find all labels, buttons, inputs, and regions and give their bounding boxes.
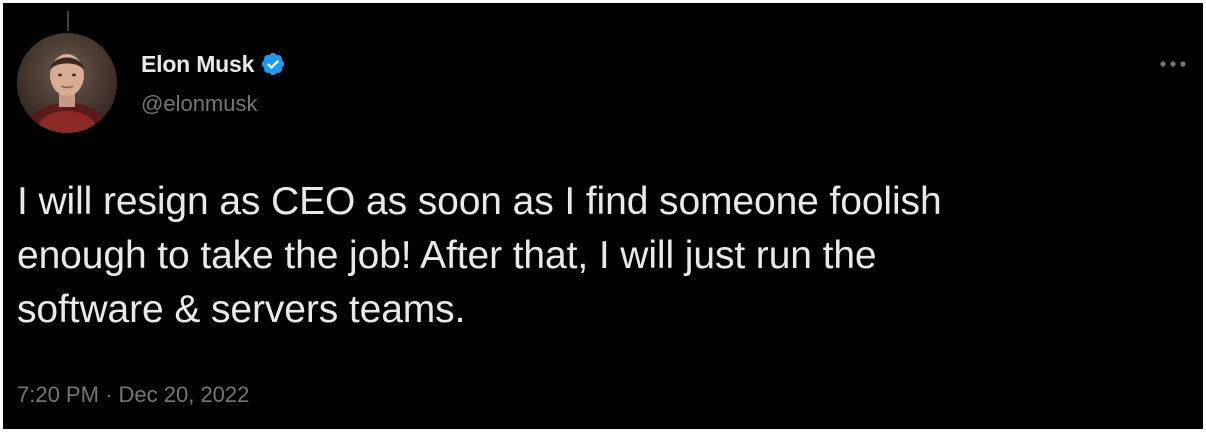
tweet-time: 7:20 PM — [17, 382, 99, 407]
more-options-button[interactable] — [1153, 51, 1193, 77]
tweet-text: I will resign as CEO as soon as I find s… — [17, 180, 942, 331]
tweet-date: Dec 20, 2022 — [118, 382, 250, 407]
tweet-timestamp[interactable]: 7:20 PM · Dec 20, 2022 — [17, 382, 249, 408]
more-icon — [1160, 61, 1186, 67]
avatar[interactable] — [17, 33, 117, 133]
author-handle[interactable]: @elonmusk — [141, 91, 258, 117]
avatar-image — [17, 33, 117, 133]
meta-separator: · — [105, 382, 113, 407]
tweet-card: Elon Musk @elonmusk I will resign as CEO… — [3, 3, 1203, 429]
author-name-row: Elon Musk — [141, 49, 286, 79]
verified-badge-icon — [262, 52, 285, 76]
thread-connector-line — [67, 11, 69, 31]
author-display-name[interactable]: Elon Musk — [141, 51, 254, 78]
